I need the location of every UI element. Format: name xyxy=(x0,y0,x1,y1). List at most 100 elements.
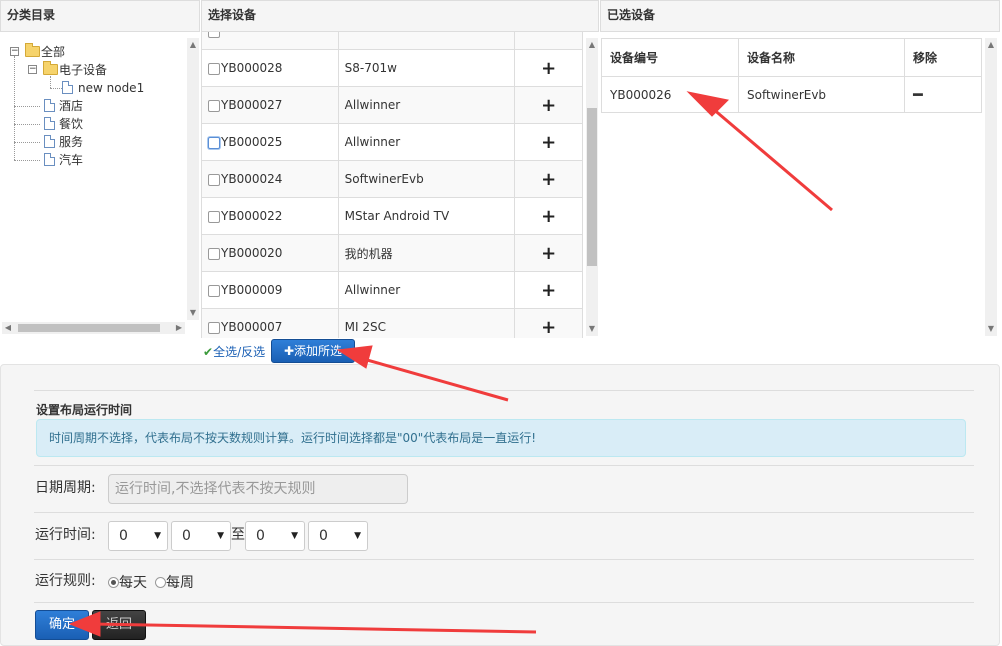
device-name: S8-701w xyxy=(337,49,516,87)
device-list-scrollbar[interactable]: ▲ ▼ xyxy=(586,38,598,336)
selected-device-table: 设备编号 设备名称 移除 YB000026 SoftwinerEvb ━ xyxy=(601,38,982,113)
add-device-icon[interactable]: + xyxy=(515,169,582,190)
tree-node-car[interactable]: 汽车 xyxy=(59,152,83,168)
end-minute-select[interactable]: 0 ▼ xyxy=(308,521,368,551)
device-name: 我的机器 xyxy=(337,234,516,272)
back-button[interactable]: 返回 xyxy=(92,610,146,640)
scroll-right-icon[interactable]: ▶ xyxy=(173,323,185,333)
add-selected-button[interactable]: ✚添加所选 xyxy=(271,339,355,363)
column-header: 设备名称 xyxy=(738,38,905,77)
add-device-icon[interactable]: + xyxy=(515,280,582,301)
device-name: Allwinner xyxy=(337,123,516,161)
tree-node-dining[interactable]: 餐饮 xyxy=(59,116,83,132)
add-device-icon[interactable]: + xyxy=(515,132,582,153)
start-hour-select[interactable]: 0 ▼ xyxy=(108,521,168,551)
scroll-up-icon[interactable]: ▲ xyxy=(985,40,997,50)
column-header: 设备编号 xyxy=(601,38,739,77)
row-checkbox[interactable] xyxy=(208,136,220,149)
scroll-down-icon[interactable]: ▼ xyxy=(187,308,199,318)
caret-down-icon: ▼ xyxy=(291,531,298,541)
add-device-icon[interactable]: + xyxy=(515,206,582,227)
add-device-icon[interactable]: + xyxy=(515,95,582,116)
tree-node-electronics[interactable]: 电子设备 xyxy=(59,62,107,78)
table-row: YB000028 S8-701w + xyxy=(201,49,583,87)
device-list: YB000028 S8-701w + YB000027 Allwinner + … xyxy=(201,32,585,338)
row-checkbox[interactable] xyxy=(208,210,220,223)
document-icon xyxy=(44,117,55,130)
device-name: Allwinner xyxy=(337,86,516,124)
selected-device-id: YB000026 xyxy=(601,76,739,113)
device-name: Allwinner xyxy=(337,271,516,309)
add-device-icon[interactable]: + xyxy=(515,317,582,338)
tree-node-new-node[interactable]: new node1 xyxy=(78,80,144,96)
table-row: YB000009 Allwinner + xyxy=(201,271,583,309)
tree-node-root[interactable]: 全部 xyxy=(41,44,65,60)
rule-label: 运行规则: xyxy=(35,573,96,589)
row-checkbox[interactable] xyxy=(208,321,220,334)
time-label: 运行时间: xyxy=(35,527,96,543)
device-id: YB000009 xyxy=(221,283,283,297)
folder-open-icon xyxy=(43,61,58,75)
scroll-up-icon[interactable]: ▲ xyxy=(586,40,598,50)
caret-down-icon: ▼ xyxy=(154,531,161,541)
start-minute-select[interactable]: 0 ▼ xyxy=(171,521,231,551)
end-hour-select[interactable]: 0 ▼ xyxy=(245,521,305,551)
table-row: YB000022 MStar Android TV + xyxy=(201,197,583,235)
tree-node-service[interactable]: 服务 xyxy=(59,134,83,150)
device-name: MI 2SC xyxy=(337,308,516,338)
document-icon xyxy=(62,81,73,94)
tree-vertical-scrollbar[interactable]: ▲ ▼ xyxy=(187,38,199,320)
caret-down-icon: ▼ xyxy=(354,531,361,541)
add-device-icon[interactable]: + xyxy=(515,58,582,79)
device-id: YB000024 xyxy=(221,172,283,186)
row-checkbox[interactable] xyxy=(208,62,220,75)
device-id: YB000025 xyxy=(221,135,283,149)
table-row: YB000027 Allwinner + xyxy=(201,86,583,124)
column-header: 移除 xyxy=(904,38,982,77)
info-alert: 时间周期不选择，代表布局不按天数规则计算。运行时间选择都是"00"代表布局是一直… xyxy=(36,419,966,457)
confirm-button[interactable]: 确定 xyxy=(35,610,89,640)
date-period-input[interactable]: 运行时间,不选择代表不按天规则 xyxy=(108,474,408,504)
scroll-thumb[interactable] xyxy=(587,108,597,266)
scroll-down-icon[interactable]: ▼ xyxy=(985,324,997,334)
run-time-form xyxy=(0,364,1000,646)
table-row: YB000020 我的机器 + xyxy=(201,234,583,272)
tree-node-hotel[interactable]: 酒店 xyxy=(59,98,83,114)
folder-open-icon xyxy=(25,43,40,57)
rule-daily-radio[interactable]: 每天 xyxy=(108,572,147,592)
tree-horizontal-scrollbar[interactable]: ◀ ▶ xyxy=(2,322,185,334)
selected-device-header: 已选设备 xyxy=(600,0,1000,32)
table-row: YB000024 SoftwinerEvb + xyxy=(201,160,583,198)
time-to-label: 至 xyxy=(231,527,245,543)
table-row: YB000026 SoftwinerEvb ━ xyxy=(601,76,982,113)
rule-weekly-radio[interactable]: 每周 xyxy=(155,572,194,592)
scroll-left-icon[interactable]: ◀ xyxy=(2,323,14,333)
scroll-up-icon[interactable]: ▲ xyxy=(187,40,199,50)
selected-list-scrollbar[interactable]: ▲ ▼ xyxy=(985,38,997,336)
table-row: YB000007 MI 2SC + xyxy=(201,308,583,338)
device-id: YB000027 xyxy=(221,98,283,112)
collapse-root-icon[interactable]: − xyxy=(10,47,19,56)
row-checkbox[interactable] xyxy=(208,173,220,186)
device-id: YB000022 xyxy=(221,209,283,223)
scroll-down-icon[interactable]: ▼ xyxy=(586,324,598,334)
plus-icon: ✚ xyxy=(283,344,295,358)
scroll-thumb[interactable] xyxy=(18,324,160,332)
device-name: MStar Android TV xyxy=(337,197,516,235)
select-all-link[interactable]: ✔全选/反选 xyxy=(203,343,265,360)
row-checkbox[interactable] xyxy=(208,247,220,260)
document-icon xyxy=(44,99,55,112)
device-id: YB000007 xyxy=(221,320,283,334)
row-checkbox[interactable] xyxy=(208,284,220,297)
caret-down-icon: ▼ xyxy=(217,531,224,541)
collapse-electronics-icon[interactable]: − xyxy=(28,65,37,74)
device-id: YB000020 xyxy=(221,246,283,260)
date-label: 日期周期: xyxy=(35,480,96,496)
select-device-header: 选择设备 xyxy=(201,0,599,32)
document-icon xyxy=(44,153,55,166)
document-icon xyxy=(44,135,55,148)
row-checkbox[interactable] xyxy=(208,99,220,112)
remove-device-icon[interactable]: ━ xyxy=(913,85,923,104)
selected-device-name: SoftwinerEvb xyxy=(738,76,905,113)
add-device-icon[interactable]: + xyxy=(515,243,582,264)
